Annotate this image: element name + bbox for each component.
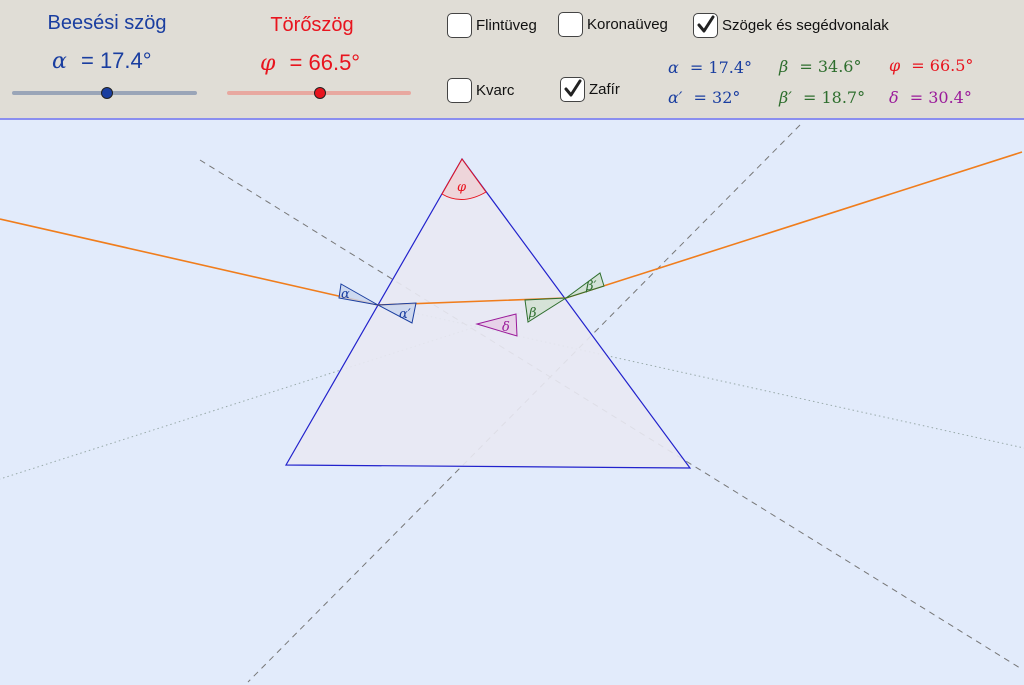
beta-angle-label: β <box>528 306 537 321</box>
stat-symbol: β <box>779 57 789 76</box>
checkbox-box[interactable] <box>693 13 718 38</box>
stat-value: = 30.4° <box>909 88 972 107</box>
beta-prime-angle-label: β′ <box>585 279 597 294</box>
phi-angle-label: φ <box>457 180 467 195</box>
refracting-angle-slider-knob[interactable] <box>314 87 326 99</box>
stat-beta-prime: β′ = 18.7° <box>779 88 865 107</box>
checkbox-label: Szögek és segédvonalak <box>722 17 889 34</box>
stat-value: = 18.7° <box>802 88 866 107</box>
stat-delta: δ = 30.4° <box>889 88 972 107</box>
stat-symbol: α′ <box>668 88 683 107</box>
angles-guides-checkbox[interactable]: Szögek és segédvonalak <box>693 13 889 38</box>
prism-triangle[interactable] <box>284 157 692 469</box>
stat-symbol: β′ <box>779 88 792 107</box>
geometry-canvas[interactable]: φ α α′ β β′ δ <box>0 120 1024 685</box>
checkbox-label: Flintüveg <box>476 17 537 34</box>
stat-alpha: α = 17.4° <box>668 58 752 77</box>
stat-value: = 34.6° <box>799 57 862 76</box>
toolbar: Beesési szög α = 17.4° Törőszög φ = 66.5… <box>0 0 1024 120</box>
checkmark-icon <box>697 15 715 33</box>
alpha-prime-angle-label: α′ <box>399 307 411 322</box>
stat-symbol: α <box>668 58 679 77</box>
alpha-angle-label: α <box>341 287 350 302</box>
phi-value-text: = 66.5° <box>289 50 361 75</box>
checkbox-box[interactable] <box>558 12 583 37</box>
stat-symbol: δ <box>889 88 899 107</box>
refracting-angle-value: φ = 66.5° <box>260 50 360 76</box>
crown-glass-checkbox[interactable]: Koronaüveg <box>558 12 668 37</box>
checkbox-box[interactable] <box>560 77 585 102</box>
stat-beta: β = 34.6° <box>779 57 861 76</box>
checkbox-label: Koronaüveg <box>587 16 668 33</box>
incidence-angle-title: Beesési szög <box>47 12 167 34</box>
incidence-angle-slider-knob[interactable] <box>101 87 113 99</box>
refracting-angle-title: Törőszög <box>270 14 354 36</box>
checkmark-icon <box>564 79 582 97</box>
checkbox-label: Kvarc <box>476 82 515 99</box>
stat-value: = 66.5° <box>911 56 974 75</box>
alpha-value-text: = 17.4° <box>80 48 152 73</box>
beta-prime-angle-wedge <box>565 272 605 299</box>
alpha-symbol: α <box>52 49 67 74</box>
phi-symbol: φ <box>260 51 276 76</box>
checkbox-box[interactable] <box>447 78 472 103</box>
stat-value: = 32° <box>693 88 741 107</box>
stat-phi: φ = 66.5° <box>889 56 973 75</box>
stat-alpha-prime: α′ = 32° <box>668 88 740 107</box>
stat-symbol: φ <box>889 56 901 75</box>
flint-glass-checkbox[interactable]: Flintüveg <box>447 13 537 38</box>
checkbox-box[interactable] <box>447 13 472 38</box>
sapphire-checkbox[interactable]: Zafír <box>560 77 620 102</box>
quartz-checkbox[interactable]: Kvarc <box>447 78 514 103</box>
checkbox-label: Zafír <box>589 81 620 98</box>
incidence-angle-value: α = 17.4° <box>52 48 152 74</box>
stat-value: = 17.4° <box>689 58 753 77</box>
delta-angle-label: δ <box>502 320 510 335</box>
